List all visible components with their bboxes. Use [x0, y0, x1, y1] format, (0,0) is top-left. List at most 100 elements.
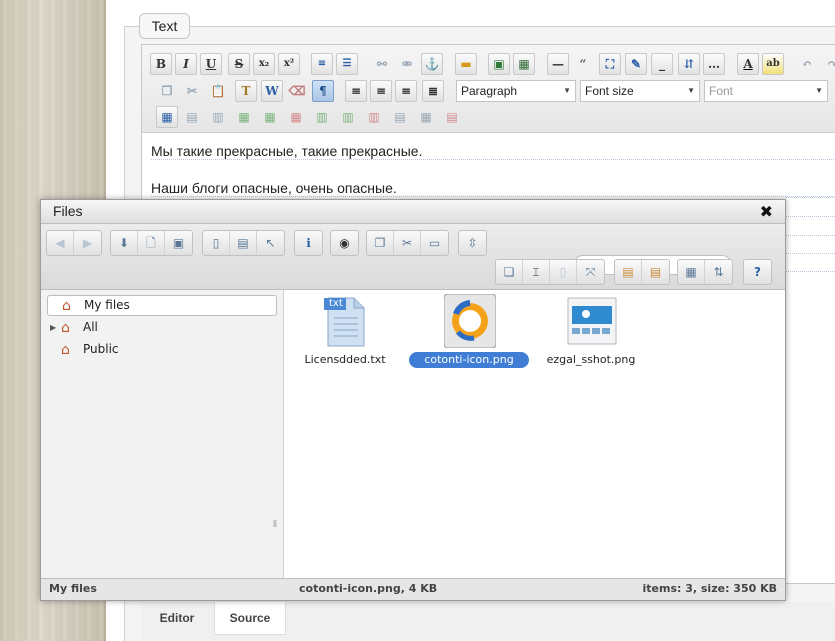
paragraph: Мы такие прекрасные, такие прекрасные. [151, 143, 835, 160]
highlight-color-icon[interactable]: ab [762, 53, 784, 75]
copy-file-icon[interactable]: ❐ [367, 231, 394, 255]
back-icon[interactable]: ◀ [47, 231, 74, 255]
fullscreen-icon[interactable]: ⛶ [599, 53, 621, 75]
subscript-icon[interactable]: x₂ [253, 53, 275, 75]
paragraph-guide [785, 216, 835, 217]
table-row-props-icon[interactable]: ▤ [181, 106, 203, 128]
icons-view-icon[interactable]: ▦ [678, 260, 705, 284]
paste-word-icon[interactable]: W [261, 80, 283, 102]
fieldset-legend: Text [139, 13, 190, 39]
anchor-icon[interactable]: ⚓ [421, 53, 443, 75]
cut-icon[interactable]: ✂ [181, 80, 203, 102]
media-icon[interactable]: ▦ [513, 53, 535, 75]
insert-row-after-icon[interactable]: ▦ [259, 106, 281, 128]
copy-icon[interactable]: ❐ [156, 80, 178, 102]
merge-cells-icon[interactable]: ▦ [415, 106, 437, 128]
insert-row-before-icon[interactable]: ▦ [233, 106, 255, 128]
extract-icon[interactable]: ▤ [615, 260, 642, 284]
horizontal-rule-icon[interactable]: — [547, 53, 569, 75]
forward-icon[interactable]: ▶ [74, 231, 101, 255]
table-cell-props-icon[interactable]: ▥ [207, 106, 229, 128]
clipboard-group: ❐ ✂ ▭ [366, 230, 449, 256]
redo-icon[interactable]: ↷ [821, 53, 835, 75]
align-right-icon[interactable]: ≡ [395, 80, 417, 102]
open-icon[interactable]: ▯ [203, 231, 230, 255]
close-icon[interactable]: ✖ [760, 202, 773, 221]
spellcheck-icon[interactable]: ✎ [625, 53, 647, 75]
tree-item-public[interactable]: ⌂ Public [47, 340, 277, 361]
tab-editor[interactable]: Editor [142, 602, 212, 635]
save-icon[interactable]: ▣ [165, 231, 192, 255]
delete-row-icon[interactable]: ▦ [285, 106, 307, 128]
dialog-titlebar[interactable]: Files ✖ [41, 200, 785, 224]
new-file-icon[interactable]: 🗋 [138, 231, 165, 255]
blockquote-icon[interactable]: “ [572, 53, 594, 75]
chevron-down-icon: ▼ [563, 86, 571, 95]
font-size-select[interactable]: Font size ▼ [580, 80, 700, 102]
tree-item-label: Public [83, 342, 119, 356]
help-icon[interactable]: ? [744, 260, 771, 284]
chevron-down-icon: ▼ [687, 86, 695, 95]
underline-icon[interactable]: U [200, 53, 222, 75]
resize-icon[interactable]: ⤧ [577, 260, 604, 284]
folder-tree: ⌂ My files ▶ ⌂ All ⌂ Public ⦀ [41, 290, 284, 578]
tree-item-all[interactable]: ▶ ⌂ All [47, 318, 277, 339]
split-cells-icon[interactable]: ▤ [389, 106, 411, 128]
show-blocks-icon[interactable]: ¶ [312, 80, 334, 102]
select-icon[interactable]: ↖ [257, 231, 284, 255]
edit-file-icon[interactable]: ▯ [550, 260, 577, 284]
upload-icon[interactable]: ⬇ [111, 231, 138, 255]
info-icon[interactable]: ℹ [295, 231, 322, 255]
archive-create-icon[interactable]: ▤ [642, 260, 669, 284]
font-select[interactable]: Font ▼ [704, 80, 828, 102]
more-icon[interactable]: … [703, 53, 725, 75]
duplicate-icon[interactable]: ❏ [496, 260, 523, 284]
file-name: Licensdded.txt [304, 353, 386, 366]
table-icon[interactable]: ▦ [156, 106, 178, 128]
format-select[interactable]: Paragraph ▼ [456, 80, 576, 102]
rename-icon[interactable]: ⌶ [523, 260, 550, 284]
paragraph-guide [785, 235, 835, 236]
tab-source[interactable]: Source [214, 602, 286, 635]
eye-icon[interactable]: ◉ [331, 231, 358, 255]
download-icon[interactable]: ▤ [230, 231, 257, 255]
align-left-icon[interactable]: ≡ [345, 80, 367, 102]
text-color-icon[interactable]: A [737, 53, 759, 75]
image-icon[interactable]: ▣ [488, 53, 510, 75]
bullet-list-icon[interactable]: ☰ [336, 53, 358, 75]
insert-col-before-icon[interactable]: ▥ [311, 106, 333, 128]
nonbreaking-space-icon[interactable]: _ [651, 53, 673, 75]
tree-item-my-files[interactable]: ⌂ My files [47, 295, 277, 316]
insert-col-after-icon[interactable]: ▥ [337, 106, 359, 128]
italic-icon[interactable]: I [175, 53, 197, 75]
expand-arrow-icon[interactable]: ▶ [50, 318, 56, 337]
home-icon: ⌂ [62, 298, 71, 314]
page-break-icon[interactable]: ⇵ [678, 53, 700, 75]
link-icon[interactable]: ⚯ [371, 53, 393, 75]
sort-icon[interactable]: ⇅ [705, 260, 732, 284]
delete-col-icon[interactable]: ▥ [363, 106, 385, 128]
file-item[interactable]: cotonti-icon.png [409, 294, 529, 370]
dialog-title: Files [53, 203, 83, 219]
align-center-icon[interactable]: ≡ [370, 80, 392, 102]
view-group: ◉ [330, 230, 359, 256]
bold-icon[interactable]: B [150, 53, 172, 75]
paste-file-icon[interactable]: ▭ [421, 231, 448, 255]
paste-text-icon[interactable]: T [235, 80, 257, 102]
align-justify-icon[interactable]: ≣ [422, 80, 444, 102]
file-item[interactable]: txt Licensdded.txt [285, 294, 405, 370]
numbered-list-icon[interactable]: ≡ [311, 53, 333, 75]
folder-icon[interactable]: ▬ [455, 53, 477, 75]
strikethrough-icon[interactable]: S [228, 53, 250, 75]
file-item[interactable]: ezgal_sshot.png [531, 294, 651, 370]
resize-grip-icon[interactable]: ⦀ [273, 520, 277, 530]
clear-formatting-icon[interactable]: ⌫ [286, 80, 308, 102]
cut-file-icon[interactable]: ✂ [394, 231, 421, 255]
delete-table-icon[interactable]: ▤ [441, 106, 463, 128]
image-file-icon [444, 294, 496, 348]
archive-icon[interactable]: ⇳ [459, 231, 486, 255]
paste-icon[interactable]: 📋 [207, 80, 229, 102]
superscript-icon[interactable]: x² [278, 53, 300, 75]
unlink-icon[interactable]: ⚮ [396, 53, 418, 75]
undo-icon[interactable]: ↶ [796, 53, 818, 75]
